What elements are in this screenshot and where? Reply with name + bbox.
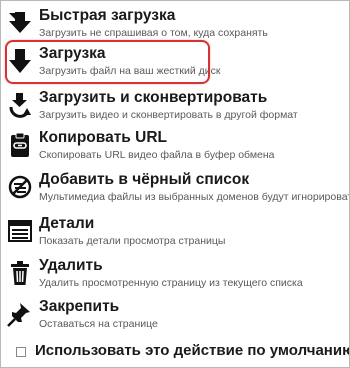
menu-item-copy-url[interactable]: Копировать URL Скопировать URL видео фай… [2,125,347,167]
pin-icon [6,300,34,328]
menu-item-title: Добавить в чёрный список [39,171,250,188]
menu-item-subtitle: Удалить просмотренную страницу из текуще… [39,277,303,289]
default-action-label: Использовать это действие по умолчанию [35,342,350,359]
menu-item-download-convert[interactable]: Загрузить и сконвертировать Загрузить ви… [2,85,347,127]
menu-item-subtitle: Загрузить видео и сконвертировать в друг… [39,109,298,121]
clipboard-link-icon [6,131,34,159]
menu-item-subtitle: Загрузить не спрашивая о том, куда сохра… [39,27,268,39]
menu-item-quick-download[interactable]: Быстрая загрузка Загрузить не спрашивая … [2,3,347,45]
menu-item-title: Удалить [39,257,103,274]
convert-icon [6,91,34,119]
menu-item-subtitle: Мультимедиа файлы из выбранных доменов б… [39,191,350,203]
quick-download-icon [6,9,34,37]
menu-item-pin[interactable]: Закрепить Оставаться на странице [2,294,347,336]
details-icon [6,217,34,245]
menu-item-title: Быстрая загрузка [39,7,176,24]
trash-icon [6,259,34,287]
menu-item-subtitle: Загрузить файл на ваш жесткий диск [39,65,221,77]
context-menu: Быстрая загрузка Загрузить не спрашивая … [0,0,350,368]
menu-item-subtitle: Скопировать URL видео файла в буфер обме… [39,149,275,161]
menu-item-download[interactable]: Загрузка Загрузить файл на ваш жесткий д… [2,41,347,83]
blacklist-icon [6,173,34,201]
menu-item-title: Детали [39,215,95,232]
menu-item-title: Закрепить [39,298,120,315]
menu-item-title: Копировать URL [39,129,167,146]
default-action-row[interactable]: Использовать это действие по умолчанию [2,339,350,365]
menu-item-subtitle: Оставаться на странице [39,318,158,330]
default-action-checkbox[interactable] [16,347,26,357]
menu-item-title: Загрузить и сконвертировать [39,89,268,106]
menu-item-details[interactable]: Детали Показать детали просмотра страниц… [2,211,347,253]
menu-item-blacklist[interactable]: Добавить в чёрный список Мультимедиа фай… [2,167,350,209]
download-arrow-icon [6,47,34,75]
menu-item-delete[interactable]: Удалить Удалить просмотренную страницу и… [2,253,347,295]
menu-item-subtitle: Показать детали просмотра страницы [39,235,226,247]
menu-item-title: Загрузка [39,45,106,62]
